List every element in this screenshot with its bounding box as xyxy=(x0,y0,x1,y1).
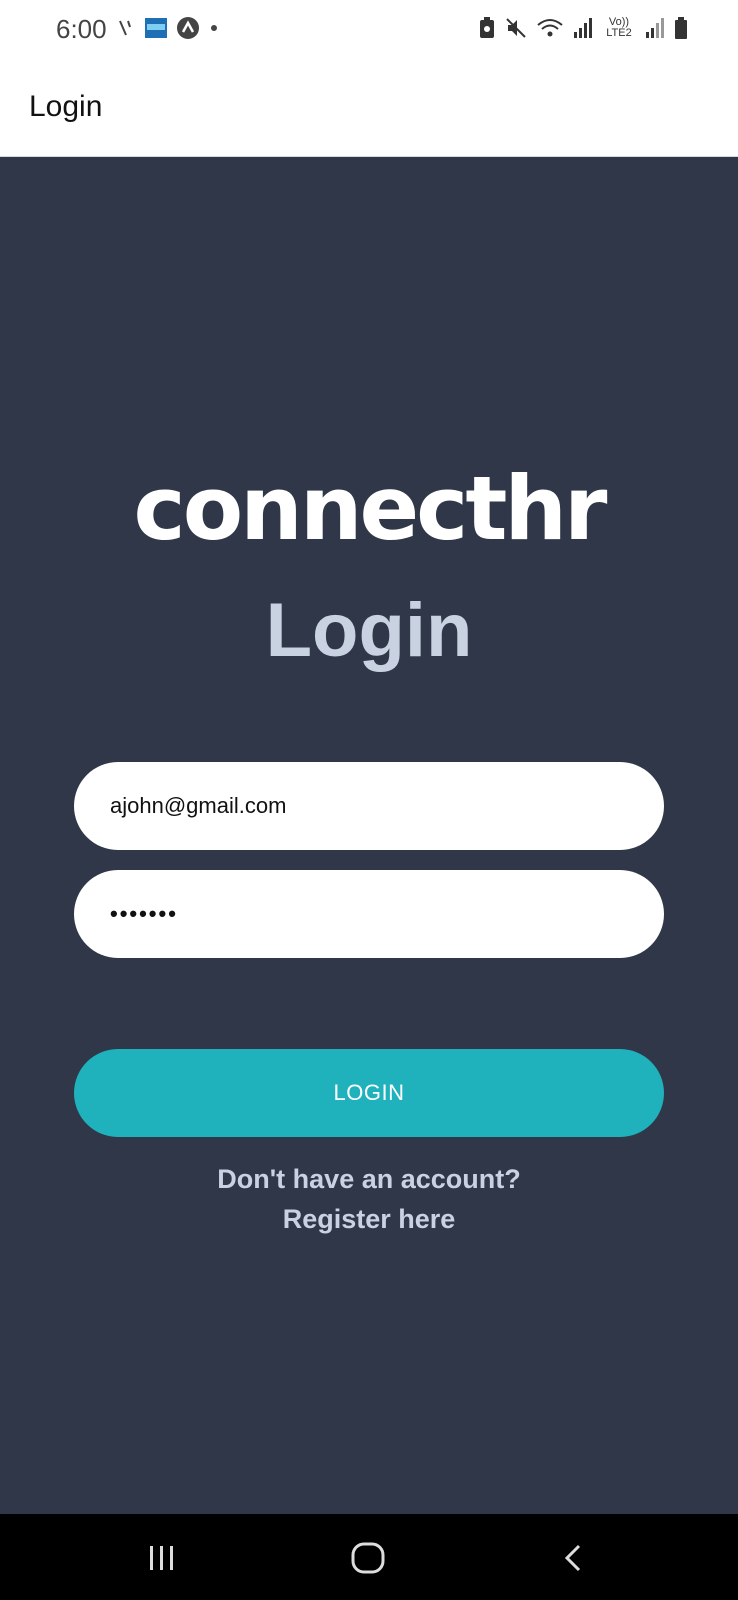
wifi-icon xyxy=(536,16,564,40)
home-icon[interactable] xyxy=(346,1536,390,1580)
app-thumbnail-icon xyxy=(144,16,168,40)
signal-icon xyxy=(572,16,594,40)
email-field[interactable] xyxy=(74,762,664,850)
navigation-bar xyxy=(0,1514,738,1600)
login-screen: connecthr Login LOGIN Don't have an acco… xyxy=(0,157,738,1514)
password-field[interactable] xyxy=(74,870,664,958)
login-button[interactable]: LOGIN xyxy=(74,1049,664,1137)
signal-icon-2 xyxy=(644,16,666,40)
app-logo-icon xyxy=(176,16,200,40)
register-here-link[interactable]: Register here xyxy=(0,1199,738,1239)
register-prompt: Don't have an account? xyxy=(217,1164,521,1194)
page-title: Login xyxy=(265,588,473,673)
app-bar: Login xyxy=(0,62,738,157)
recent-apps-icon[interactable] xyxy=(140,1536,184,1580)
network-label: Vo)) LTE2 xyxy=(606,16,632,39)
mute-icon xyxy=(504,16,528,40)
brand-logo: connecthr xyxy=(133,457,608,560)
phone-signal-icon xyxy=(118,17,136,39)
app-bar-title: Login xyxy=(29,90,103,123)
battery-icon xyxy=(674,16,688,40)
battery-saver-icon xyxy=(478,16,496,40)
status-bar: 6:00 Vo)) LTE2 xyxy=(0,0,738,62)
register-link[interactable]: Don't have an account? Register here xyxy=(0,1159,738,1239)
status-time: 6:00 xyxy=(56,14,107,44)
notification-dot-icon xyxy=(208,22,220,34)
back-icon[interactable] xyxy=(552,1536,596,1580)
